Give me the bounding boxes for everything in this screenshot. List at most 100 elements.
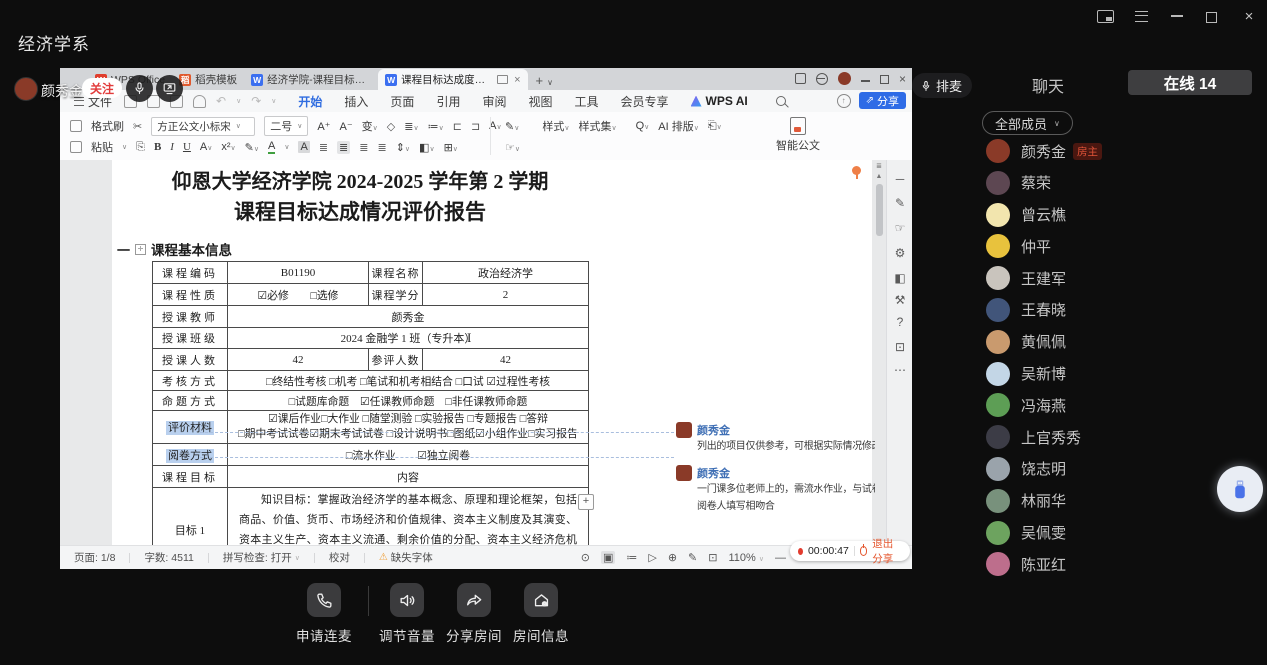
pen-tool-icon[interactable]: ✎ (887, 196, 912, 210)
wps-minimize-icon[interactable] (861, 80, 870, 81)
heading-handle-icon[interactable] (135, 244, 146, 255)
member-row[interactable]: 曾云樵 (986, 203, 1261, 227)
tab-insert[interactable]: 插入 (344, 91, 368, 112)
word-count[interactable]: 字数: 4511 (144, 550, 193, 565)
underline-button[interactable]: U (183, 141, 191, 153)
char-scale-icon[interactable]: A∨ (489, 120, 501, 132)
member-filter-dropdown[interactable]: 全部成员∨ (982, 111, 1073, 135)
paste-icon[interactable] (70, 141, 82, 153)
floating-usb-widget[interactable] (1217, 466, 1263, 512)
fullscreen-icon[interactable]: ⊡ (708, 551, 717, 564)
tab-page[interactable]: 页面 (390, 91, 414, 112)
text-effects-icon[interactable]: 变∨ (362, 118, 378, 134)
adjust-tool-icon[interactable]: ⚙ (887, 246, 912, 260)
wps-restore-icon[interactable] (880, 75, 889, 84)
border-icon[interactable]: ⊞∨ (444, 141, 458, 154)
member-row[interactable]: 冯海燕 (986, 393, 1261, 417)
eye-icon[interactable]: ⊙ (581, 551, 590, 564)
indent-icon[interactable]: ⊐ (471, 120, 480, 133)
help-icon[interactable]: ? (887, 315, 912, 329)
workspace-icon[interactable] (795, 73, 806, 84)
align-right-icon[interactable]: ≣ (359, 141, 368, 154)
member-row[interactable]: 仲平 (986, 234, 1261, 258)
tab-active-doc[interactable]: W 课程目标达成度报告（B0119 × (378, 69, 527, 90)
zoom-level[interactable]: 110% ∨ (728, 552, 764, 564)
outline-view-icon[interactable]: ≔ (626, 551, 637, 564)
select-cursor-icon[interactable]: ☞ (887, 221, 912, 235)
tab-review[interactable]: 审阅 (482, 91, 506, 112)
number-list-icon[interactable]: ≔∨ (428, 120, 444, 133)
member-row[interactable]: 吴新博 (986, 362, 1261, 386)
member-row[interactable]: 上官秀秀 (986, 425, 1261, 449)
preview-icon[interactable] (193, 95, 206, 108)
comment[interactable]: 颜秀金 列出的项目仅供参考，可根据实际情况修改 (676, 422, 875, 455)
smart-doc-button[interactable]: 智能公文 (772, 117, 824, 153)
cut-icon[interactable]: ✂ (133, 120, 142, 133)
outdent-icon[interactable]: ⊏ (453, 120, 462, 133)
format-tool-icon[interactable]: ◧ (887, 271, 912, 285)
member-row-host[interactable]: 颜秀金 房主 (986, 139, 1261, 163)
tab-reference[interactable]: 引用 (436, 91, 460, 112)
course-info-table[interactable]: 课程编码B01190 课程名称政治经济学 课程性质☑必修 □选修 课程学分2 授… (152, 261, 589, 545)
undo-icon[interactable]: ↶ (216, 94, 226, 108)
align-center-icon[interactable]: ≣ (337, 141, 350, 154)
tab-chat[interactable]: 聊天 (1013, 73, 1083, 97)
globe-icon[interactable] (816, 73, 828, 85)
location-pin-icon[interactable] (850, 166, 863, 179)
exit-share-button[interactable]: 退出分享 (872, 536, 902, 566)
read-mode-icon[interactable]: ▷ (648, 551, 656, 564)
new-tab-icon[interactable]: + (536, 73, 544, 88)
tab-close-icon[interactable]: × (514, 74, 520, 86)
find-icon[interactable]: Q∨ (636, 120, 650, 132)
close-icon[interactable]: × (1239, 7, 1259, 25)
member-row[interactable]: 陈亚红 (986, 552, 1261, 576)
tab-view[interactable]: 视图 (528, 91, 552, 112)
highlight-icon[interactable]: ✎∨ (245, 141, 259, 154)
redo-icon[interactable]: ↷ (251, 94, 261, 108)
convert-icon[interactable]: ⎗∨ (708, 120, 722, 133)
room-info-button[interactable]: 房间信息 (501, 583, 581, 645)
outline-collapse-icon[interactable]: 一 (117, 240, 130, 259)
tab-home[interactable]: 开始 (298, 91, 322, 112)
zoom-out-icon[interactable]: — (775, 552, 786, 564)
tab-member[interactable]: 会员专享 (621, 91, 669, 112)
queue-mic-button[interactable]: 排麦 (912, 73, 972, 98)
font-color-icon[interactable]: A (268, 140, 275, 154)
font-size-select[interactable]: 二号∨ (264, 116, 308, 136)
styles-button[interactable]: 样式∨ (542, 118, 569, 134)
vertical-scrollbar[interactable] (876, 184, 883, 236)
format-painter-label[interactable]: 格式刷 (91, 118, 124, 134)
restore-icon[interactable] (1203, 7, 1223, 25)
skin-icon[interactable]: ⊡ (887, 340, 912, 354)
paste-label[interactable]: 粘贴 (91, 139, 113, 155)
minimize-icon[interactable] (1167, 7, 1187, 25)
comment[interactable]: 颜秀金 一门课多位老师上的，需流水作业，与试卷封 阅卷人填写相吻合 (676, 465, 875, 515)
style-set-button[interactable]: 样式集∨ (578, 118, 616, 134)
tab-template-doc[interactable]: W 经济学院-课程目标达成度报告模版.d (244, 69, 378, 90)
scroll-top-icon[interactable]: ≣ (872, 162, 886, 170)
decrease-font-icon[interactable]: A⁻ (340, 120, 353, 133)
member-row[interactable]: 吴佩雯 (986, 521, 1261, 545)
increase-font-icon[interactable]: A⁺ (317, 120, 330, 133)
wps-close-icon[interactable]: × (899, 74, 906, 84)
char-shading-icon[interactable]: A (298, 141, 309, 153)
superscript-icon[interactable]: x²∨ (221, 141, 235, 153)
select-tool-icon[interactable]: ☞∨ (505, 141, 520, 154)
member-row[interactable]: 王春晓 (986, 298, 1261, 322)
mic-button[interactable] (126, 75, 153, 102)
tab-wps-ai[interactable]: WPS AI (691, 94, 748, 108)
bold-button[interactable]: B (154, 141, 161, 153)
presenter-avatar[interactable] (14, 77, 38, 101)
member-row[interactable]: 黄佩佩 (986, 330, 1261, 354)
spellcheck-status[interactable]: 拼写检查: 打开∨ (223, 550, 300, 565)
screen-share-button[interactable] (156, 75, 183, 102)
print-layout-icon[interactable]: ▣ (601, 551, 615, 564)
tab-online-members[interactable]: 在线 14 (1128, 70, 1252, 95)
shading-icon[interactable]: ◧∨ (419, 141, 435, 154)
missing-font-warning[interactable]: ⚠缺失字体 (379, 550, 433, 565)
mini-window-icon[interactable] (1095, 7, 1115, 25)
member-row[interactable]: 蔡荣 (986, 171, 1261, 195)
upload-cloud-icon[interactable]: ↑ (837, 94, 851, 108)
account-avatar[interactable] (838, 72, 851, 85)
tab-tools[interactable]: 工具 (574, 91, 598, 112)
